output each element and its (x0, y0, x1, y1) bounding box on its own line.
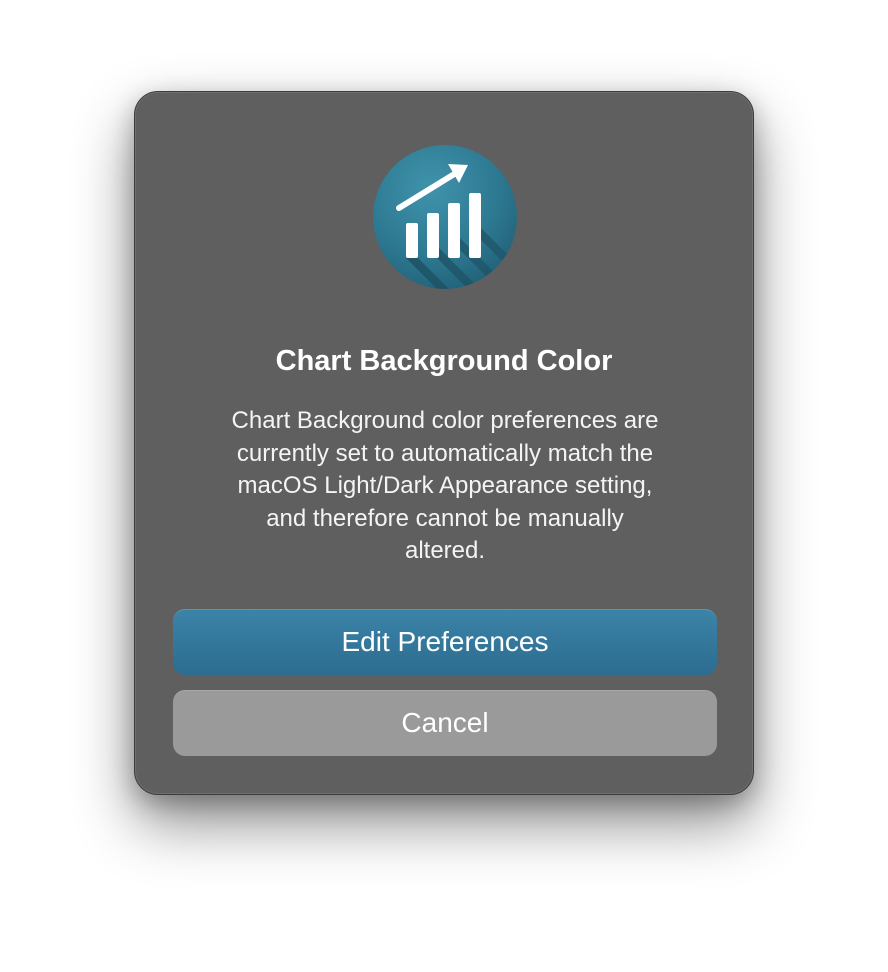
screen: Chart Background Color Chart Background … (0, 0, 888, 972)
cancel-button[interactable]: Cancel (173, 690, 717, 756)
edit-preferences-button[interactable]: Edit Preferences (173, 609, 717, 675)
dialog-message: Chart Background color preferences are c… (231, 407, 659, 564)
alert-dialog: Chart Background Color Chart Background … (134, 91, 754, 795)
dialog-title: Chart Background Color (275, 345, 613, 377)
chart-growth-icon (372, 144, 518, 290)
